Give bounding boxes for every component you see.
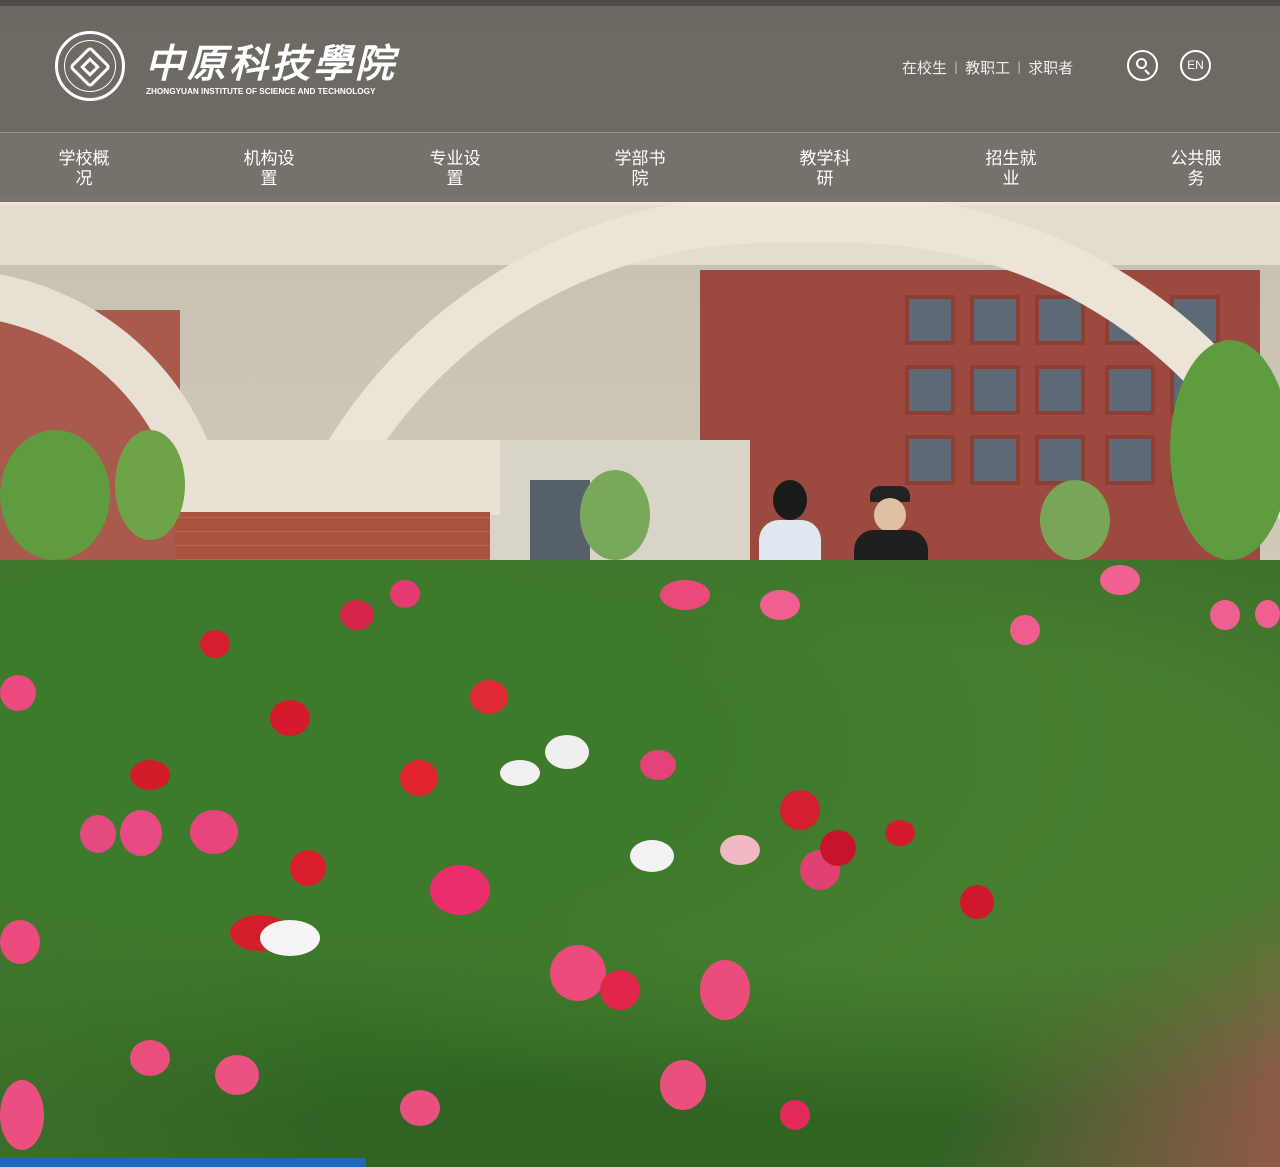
quick-links: 在校生 | 教职工 | 求职者 bbox=[902, 56, 1073, 78]
nav-item-about[interactable]: 学校概况 bbox=[54, 149, 114, 189]
nav-item-public-services[interactable]: 公共服务 bbox=[1166, 149, 1226, 189]
main-nav: 学校概况 机构设置 专业设置 学部书院 教学科研 招生就业 公共服务 bbox=[0, 132, 1280, 202]
site-header: 中原科技學院 ZHONGYUAN INSTITUTE OF SCIENCE AN… bbox=[0, 0, 1280, 132]
search-button[interactable] bbox=[1127, 50, 1158, 81]
nav-item-admissions-employment[interactable]: 招生就业 bbox=[981, 149, 1041, 189]
logo-seal-icon[interactable] bbox=[55, 31, 125, 101]
slide-progress-bar bbox=[0, 1158, 366, 1167]
divider: | bbox=[1017, 60, 1022, 74]
logo-chinese-name[interactable]: 中原科技學院 bbox=[145, 33, 397, 89]
search-icon bbox=[1136, 58, 1147, 69]
quick-link-staff[interactable]: 教职工 bbox=[965, 57, 1010, 78]
nav-item-majors[interactable]: 专业设置 bbox=[425, 149, 485, 189]
nav-item-teaching-research[interactable]: 教学科研 bbox=[795, 149, 855, 189]
language-toggle-button[interactable]: EN bbox=[1180, 50, 1211, 81]
nav-item-faculties[interactable]: 学部书院 bbox=[610, 149, 670, 189]
nav-divider bbox=[0, 202, 1280, 205]
divider: | bbox=[954, 60, 959, 74]
logo-english-name: ZHONGYUAN INSTITUTE OF SCIENCE AND TECHN… bbox=[146, 87, 376, 96]
nav-item-organization[interactable]: 机构设置 bbox=[239, 149, 299, 189]
quick-link-students[interactable]: 在校生 bbox=[902, 57, 947, 78]
quick-link-job-seekers[interactable]: 求职者 bbox=[1028, 57, 1073, 78]
